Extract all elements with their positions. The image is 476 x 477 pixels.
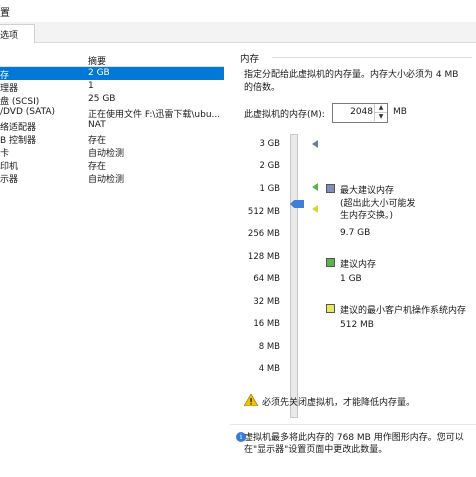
- memory-description: 指定分配给此虚拟机的内存量。内存大小必须为 4 MB 的倍数。: [244, 70, 459, 93]
- recommended-legend-icon: [326, 258, 335, 267]
- max-recommended-value: 9.7 GB: [340, 228, 371, 238]
- max-recommended-note: (超出此大小可能发生内存交换。): [340, 199, 416, 221]
- device-summary: 自动检测: [88, 175, 125, 185]
- guest-min-value: 512 MB: [340, 320, 374, 330]
- scale-label: 64 MB: [253, 274, 280, 284]
- group-divider: [272, 57, 472, 58]
- scale-label: 256 MB: [247, 229, 280, 239]
- recommended-label: 建议内存: [340, 260, 377, 270]
- scale-label: 16 MB: [253, 319, 280, 329]
- graphics-memory-note: i 虚拟机最多将此内存的 768 MB 用作图形内存。您可以在"显示器"设置页面…: [236, 432, 474, 456]
- scale-label: 4 MB: [258, 364, 280, 374]
- device-row-display[interactable]: 示器 自动检测: [0, 171, 224, 185]
- scale-label: 2 GB: [259, 161, 280, 171]
- memory-spinbox[interactable]: 2048 ▲ ▼: [332, 103, 388, 123]
- title-bar: 置: [0, 0, 476, 23]
- scale-label: 128 MB: [247, 252, 280, 262]
- scale-label: 8 MB: [258, 342, 280, 352]
- tab-strip: 选项: [0, 22, 476, 43]
- device-summary: 25 GB: [88, 94, 116, 104]
- memory-group-title: 内存: [240, 54, 260, 65]
- tab-options[interactable]: 选项: [0, 24, 35, 43]
- max-recommended-marker-icon: [312, 140, 318, 148]
- max-recommended-label: 最大建议内存: [340, 186, 395, 196]
- device-row-cd-dvd[interactable]: /DVD (SATA) 正在使用文件 F:\迅雷下载\ubu...: [0, 106, 224, 120]
- guest-min-label: 建议的最小客户机操作系统内存: [340, 306, 467, 316]
- summary-column-header[interactable]: 摘要: [88, 54, 106, 67]
- graphics-memory-note-text: 虚拟机最多将此内存的 768 MB 用作图形内存。您可以在"显示器"设置页面中更…: [244, 433, 464, 455]
- device-list-header: 摘要: [0, 52, 224, 67]
- spin-up-icon[interactable]: ▲: [374, 104, 387, 113]
- device-summary: NAT: [88, 120, 106, 130]
- device-list: 摘要 存 2 GB 理器 1 盘 (SCSI) 25 GB /DVD (SATA…: [0, 52, 224, 477]
- window-title: 置: [0, 8, 10, 19]
- device-row-processor[interactable]: 理器 1: [0, 80, 224, 94]
- device-row-memory[interactable]: 存 2 GB: [0, 67, 224, 81]
- recommended-value: 1 GB: [340, 274, 362, 284]
- device-row-printer[interactable]: 印机 存在: [0, 158, 224, 172]
- memory-value[interactable]: 2048: [350, 107, 373, 117]
- device-row-usb-controller[interactable]: B 控制器 存在: [0, 132, 224, 146]
- warning-text: 必须先关闭虚拟机，才能降低内存量。: [262, 398, 416, 408]
- warning-icon: [244, 394, 258, 406]
- memory-settings-panel: 内存 指定分配给此虚拟机的内存量。内存大小必须为 4 MB 的倍数。 此虚拟机的…: [230, 42, 476, 477]
- device-name: /DVD (SATA): [0, 107, 56, 117]
- device-row-sound-card[interactable]: 卡 自动检测: [0, 145, 224, 159]
- scale-label: 32 MB: [253, 297, 280, 307]
- max-recommended-legend-icon: [326, 184, 335, 193]
- scale-label: 1 GB: [259, 184, 280, 194]
- device-summary: 1: [88, 81, 94, 91]
- device-row-network-adapter[interactable]: 络适配器 NAT: [0, 119, 224, 133]
- memory-unit: MB: [393, 107, 407, 117]
- scale-label: 3 GB: [259, 139, 280, 149]
- footer-divider: [230, 424, 476, 425]
- guest-min-legend-icon: [326, 304, 335, 313]
- guest-min-marker-icon: [312, 205, 318, 213]
- device-row-hard-disk[interactable]: 盘 (SCSI) 25 GB: [0, 93, 224, 107]
- memory-slider-track[interactable]: [290, 134, 298, 418]
- recommended-marker-icon: [312, 183, 318, 191]
- scale-label: 512 MB: [247, 207, 280, 217]
- info-icon: i: [236, 432, 246, 442]
- device-name: 示器: [0, 175, 19, 185]
- memory-field-label: 此虚拟机的内存(M):: [244, 110, 325, 120]
- spin-down-icon[interactable]: ▼: [374, 113, 387, 121]
- device-summary: 2 GB: [88, 68, 110, 78]
- tab-options-label: 选项: [0, 31, 19, 41]
